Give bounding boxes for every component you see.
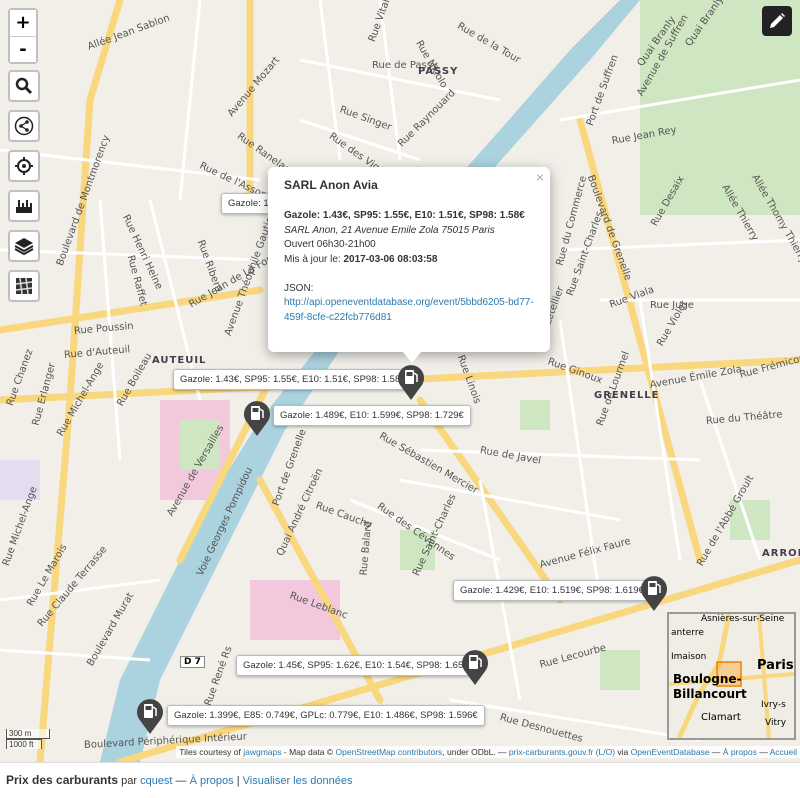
attribution-text: —	[756, 747, 770, 757]
price-tooltip: Gazole: 1.399€, E85: 0.749€, GPLc: 0.779…	[167, 705, 485, 726]
site-title: Prix des carburants	[6, 773, 119, 787]
locate-button[interactable]	[8, 150, 40, 182]
price-tooltip: Gazole: 1.429€, E10: 1.519€, SP98: 1.619…	[453, 580, 651, 601]
edit-button[interactable]	[762, 6, 792, 36]
layers-button[interactable]	[8, 230, 40, 262]
minimap[interactable]: Asnières-sur-Seine anterre Imaison Paris…	[667, 612, 796, 740]
attribution-text: Tiles courtesy of	[179, 747, 244, 757]
district-label: PASSY	[418, 66, 459, 77]
popup-pointer	[402, 351, 422, 363]
jawgmaps-link[interactable]: jawgmaps	[243, 747, 281, 757]
popup-address: SARL Anon, 21 Avenue Emile Zola 75015 Pa…	[284, 224, 495, 236]
fuel-station-marker[interactable]	[396, 363, 426, 401]
map-canvas[interactable]: Allée Jean Sablon Rue de Passy Rue Vital…	[0, 0, 800, 762]
price-tooltip: Gazole: 1.43€, SP95: 1.55€, E10: 1.51€, …	[173, 369, 413, 390]
route-badge: D 7	[180, 656, 205, 668]
prix-carburants-link[interactable]: prix-carburants.gouv.fr (L/O)	[509, 747, 615, 757]
pencil-icon	[770, 13, 785, 28]
popup-hours: Ouvert 06h30-21h00	[284, 239, 376, 250]
attribution: Tiles courtesy of jawgmaps - Map data © …	[176, 746, 800, 758]
footer-text: |	[233, 775, 243, 787]
minimap-label: Clamart	[701, 712, 741, 723]
oed-link[interactable]: OpenEventDatabase	[631, 747, 710, 757]
crosshair-icon	[15, 157, 33, 175]
fuel-station-marker[interactable]	[460, 648, 490, 686]
popup-title: SARL Anon Avia	[284, 178, 378, 192]
minimap-label: Vitry	[765, 718, 787, 728]
popup-prices: Gazole: 1.43€, SP95: 1.55€, E10: 1.51€, …	[284, 210, 525, 221]
share-button[interactable]	[8, 110, 40, 142]
fuel-station-marker[interactable]	[242, 399, 272, 437]
footer: Prix des carburants par cquest — À propo…	[0, 762, 800, 798]
footer-text: —	[172, 775, 190, 787]
minimap-label: Billancourt	[673, 687, 747, 701]
zoom-in-button[interactable]: +	[10, 10, 36, 36]
scale-metric: 300 m	[6, 729, 50, 739]
station-popup: × SARL Anon Avia Gazole: 1.43€, SP95: 1.…	[268, 167, 550, 352]
popup-updated-value: 2017-03-06 08:03:58	[343, 253, 438, 265]
about-link[interactable]: À propos	[723, 747, 757, 757]
footer-about-link[interactable]: À propos	[190, 775, 234, 787]
home-link[interactable]: Accueil	[770, 747, 797, 757]
map-type-button[interactable]	[8, 270, 40, 302]
layers-icon	[14, 238, 34, 256]
attribution-text: via	[615, 747, 631, 757]
visualize-data-link[interactable]: Visualiser les données	[243, 775, 353, 787]
search-icon	[15, 77, 33, 95]
zoom-control: + -	[8, 8, 38, 64]
attribution-text: —	[709, 747, 723, 757]
district-label: GRENELLE	[594, 390, 660, 401]
minimap-label: Paris	[757, 658, 794, 673]
minimap-label: Imaison	[671, 652, 707, 662]
fuel-station-marker[interactable]	[135, 697, 165, 735]
popup-json-label: JSON:	[284, 282, 314, 294]
attribution-text: - Map data ©	[281, 747, 336, 757]
minimap-label: Ivry-s	[761, 700, 786, 710]
popup-updated-label: Mis à jour le:	[284, 253, 344, 265]
footer-text: par	[118, 775, 141, 787]
price-tooltip: Gazole: 1.45€, SP95: 1.62€, E10: 1.54€, …	[236, 655, 476, 676]
minimap-label: Boulogne-	[673, 672, 742, 686]
measure-button[interactable]	[8, 190, 40, 222]
map-icon	[15, 277, 33, 295]
scale-bar: 300 m 1000 ft	[6, 729, 50, 749]
ruler-icon	[16, 200, 32, 213]
minimap-label: Asnières-sur-Seine	[701, 614, 785, 624]
attribution-text: , under ODbL. —	[442, 747, 509, 757]
popup-json-link[interactable]: http://api.openeventdatabase.org/event/5…	[284, 297, 534, 323]
author-link[interactable]: cquest	[140, 775, 172, 787]
price-tooltip: Gazole: 1.489€, E10: 1.599€, SP98: 1.729…	[273, 405, 471, 426]
district-label: AUTEUIL	[152, 355, 207, 366]
osm-link[interactable]: OpenStreetMap contributors	[336, 747, 443, 757]
popup-close-button[interactable]: ×	[536, 169, 544, 185]
search-button[interactable]	[8, 70, 40, 102]
scale-imperial: 1000 ft	[6, 739, 42, 749]
share-icon	[14, 116, 34, 136]
zoom-out-button[interactable]: -	[10, 36, 36, 62]
district-label: ARRON	[762, 548, 800, 559]
fuel-station-marker[interactable]	[639, 574, 669, 612]
minimap-label: anterre	[671, 628, 704, 638]
